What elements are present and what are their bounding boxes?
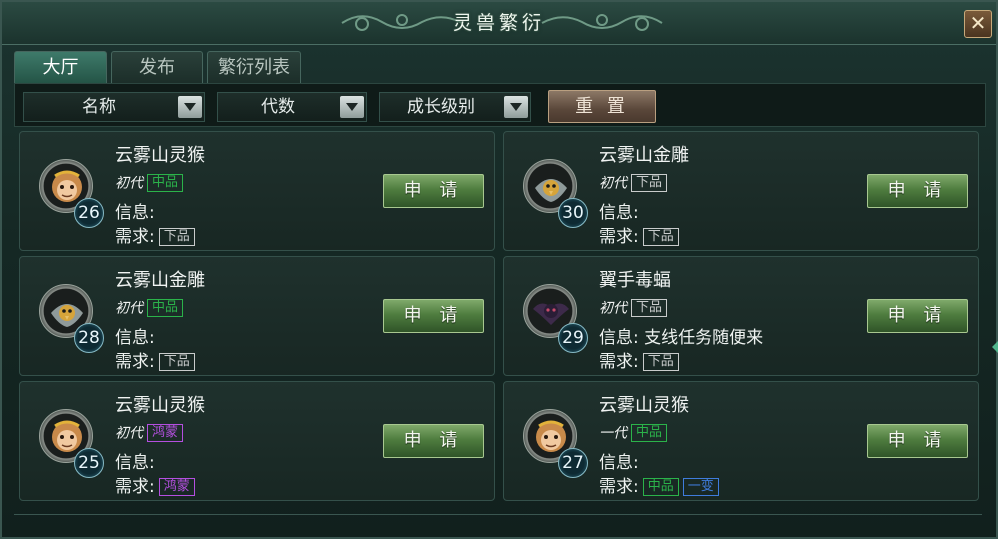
grade-badge: 一变 <box>682 478 719 496</box>
title-bar: 灵兽繁衍 ✕ <box>2 2 996 45</box>
grade-badge: 下品 <box>158 353 195 371</box>
need-label: 需求: <box>599 227 639 247</box>
generation-label: 初代 <box>115 300 143 317</box>
chevron-down-icon[interactable] <box>340 96 364 118</box>
info-line: 信息: <box>115 448 155 473</box>
tab-breeding-list[interactable]: 繁衍列表 <box>207 51 301 83</box>
need-line: 需求: 下品 <box>599 222 679 247</box>
grade-badge: 中品 <box>631 423 668 442</box>
tab-lobby[interactable]: 大厅 <box>14 51 107 83</box>
level-badge: 30 <box>558 198 588 228</box>
bottom-divider <box>14 514 982 527</box>
growth-filter-select[interactable]: 成长级别 <box>379 92 531 122</box>
info-label: 信息: <box>115 203 155 223</box>
level-badge: 29 <box>558 323 588 353</box>
apply-button[interactable]: 申 请 <box>867 299 968 333</box>
generation-line: 初代 中品 <box>115 297 184 317</box>
need-label: 需求: <box>115 227 155 247</box>
window-title: 灵兽繁衍 <box>452 12 545 34</box>
level-badge: 28 <box>74 323 104 353</box>
info-label: 信息: <box>115 328 155 348</box>
info-label: 信息: <box>599 328 639 348</box>
info-text: 支线任务随便来 <box>644 328 764 348</box>
info-line: 信息: <box>599 448 639 473</box>
generation-line: 初代 鸿蒙 <box>115 422 184 442</box>
pet-name: 云雾山金雕 <box>599 145 689 166</box>
info-line: 信息: 支线任务随便来 <box>599 323 763 348</box>
generation-line: 初代 下品 <box>599 297 668 317</box>
info-label: 信息: <box>599 203 639 223</box>
pet-name: 翼手毒蝠 <box>599 270 671 291</box>
pet-breeding-window: 灵兽繁衍 ✕ 大厅 发布 繁衍列表 名称 代数 成长级别 重 置 26 云雾山灵猴… <box>0 0 998 539</box>
apply-button[interactable]: 申 请 <box>867 424 968 458</box>
generation-filter-label: 代数 <box>261 97 295 117</box>
grade-badge: 中品 <box>147 173 184 192</box>
info-line: 信息: <box>115 323 155 348</box>
pet-card: 25 云雾山灵猴 初代 鸿蒙 信息: 需求: 鸿蒙申 请 <box>19 381 495 501</box>
need-line: 需求: 中品 一变 <box>599 472 719 497</box>
need-label: 需求: <box>599 477 639 497</box>
info-line: 信息: <box>599 198 639 223</box>
need-line: 需求: 下品 <box>115 222 195 247</box>
generation-line: 初代 下品 <box>599 172 668 192</box>
generation-label: 初代 <box>599 175 627 192</box>
generation-line: 一代 中品 <box>599 422 668 442</box>
close-icon[interactable]: ✕ <box>964 10 992 38</box>
generation-label: 一代 <box>599 425 627 442</box>
tab-publish[interactable]: 发布 <box>111 51 203 83</box>
reset-button[interactable]: 重 置 <box>548 90 656 123</box>
need-label: 需求: <box>115 477 155 497</box>
info-label: 信息: <box>599 453 639 473</box>
apply-button[interactable]: 申 请 <box>383 174 484 208</box>
growth-filter-label: 成长级别 <box>407 97 475 117</box>
grade-badge: 下品 <box>158 228 195 246</box>
generation-line: 初代 中品 <box>115 172 184 192</box>
level-badge: 27 <box>558 448 588 478</box>
need-label: 需求: <box>599 352 639 372</box>
need-line: 需求: 鸿蒙 <box>115 472 195 497</box>
level-badge: 25 <box>74 448 104 478</box>
info-line: 信息: <box>115 198 155 223</box>
grade-badge: 鸿蒙 <box>147 423 184 442</box>
pet-card: 30 云雾山金雕 初代 下品 信息: 需求: 下品申 请 <box>503 131 979 251</box>
name-filter-select[interactable]: 名称 <box>23 92 205 122</box>
pet-name: 云雾山金雕 <box>115 270 205 291</box>
grade-badge: 下品 <box>631 173 668 192</box>
pet-card: 27 云雾山灵猴 一代 中品 信息: 需求: 中品 一变申 请 <box>503 381 979 501</box>
chevron-down-icon[interactable] <box>178 96 202 118</box>
need-line: 需求: 下品 <box>115 347 195 372</box>
chevron-down-icon[interactable] <box>504 96 528 118</box>
pet-name: 云雾山灵猴 <box>115 145 205 166</box>
pet-name: 云雾山灵猴 <box>115 395 205 416</box>
grade-badge: 下品 <box>642 228 679 246</box>
pet-card: 29 翼手毒蝠 初代 下品 信息: 支线任务随便来 需求: 下品申 请 <box>503 256 979 376</box>
apply-button[interactable]: 申 请 <box>867 174 968 208</box>
pet-name: 云雾山灵猴 <box>599 395 689 416</box>
apply-button[interactable]: 申 请 <box>383 424 484 458</box>
need-line: 需求: 下品 <box>599 347 679 372</box>
grade-badge: 鸿蒙 <box>158 478 195 496</box>
grade-badge: 中品 <box>147 298 184 317</box>
info-label: 信息: <box>115 453 155 473</box>
pet-card: 28 云雾山金雕初代 中品信息: 需求: 下品 申 请 <box>19 256 495 376</box>
need-label: 需求: <box>115 352 155 372</box>
apply-button[interactable]: 申 请 <box>383 299 484 333</box>
generation-label: 初代 <box>599 300 627 317</box>
grade-badge: 下品 <box>631 298 668 317</box>
side-expand-arrow-icon[interactable] <box>992 340 998 354</box>
name-filter-label: 名称 <box>82 97 116 117</box>
grade-badge: 中品 <box>642 478 679 496</box>
filter-bar: 名称 代数 成长级别 重 置 <box>14 83 986 127</box>
grade-badge: 下品 <box>642 353 679 371</box>
generation-filter-select[interactable]: 代数 <box>217 92 367 122</box>
generation-label: 初代 <box>115 425 143 442</box>
generation-label: 初代 <box>115 175 143 192</box>
level-badge: 26 <box>74 198 104 228</box>
pet-card: 26 云雾山灵猴初代 中品信息: 需求: 下品 申 请 <box>19 131 495 251</box>
